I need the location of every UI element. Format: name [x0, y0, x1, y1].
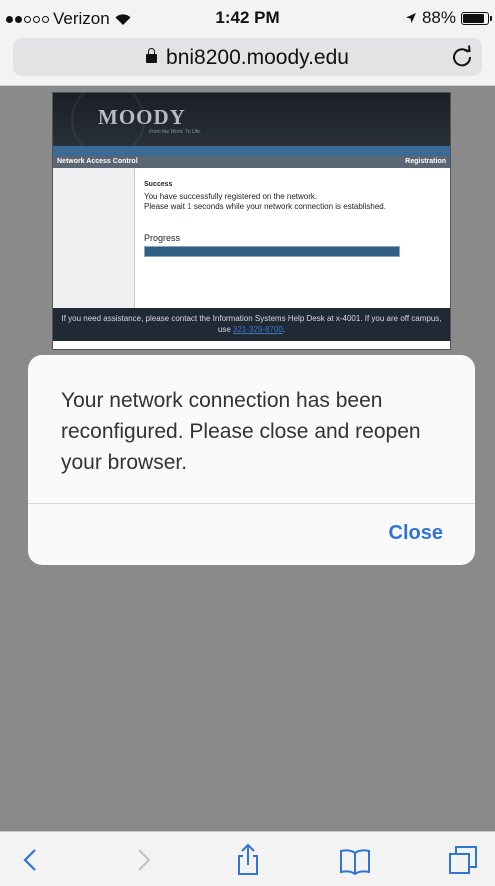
footer-phone-link[interactable]: 321-329-8700 — [233, 325, 283, 334]
moody-header: MOODY From the Word. To Life. — [53, 93, 450, 146]
wait-suffix: seconds while your network connection is… — [193, 202, 386, 211]
logo-tagline: From the Word. To Life. — [149, 129, 202, 135]
close-button[interactable]: Close — [389, 522, 443, 545]
wait-prefix: Please wait — [144, 202, 185, 211]
tabs-icon[interactable] — [446, 843, 480, 877]
progress-bar — [144, 246, 400, 257]
lock-icon — [146, 48, 158, 63]
url-text: bni8200.moody.edu — [166, 46, 349, 69]
page-footer: If you need assistance, please contact t… — [53, 308, 450, 341]
battery-group: 88% — [405, 8, 492, 28]
url-display[interactable]: bni8200.moody.edu — [13, 46, 482, 70]
share-icon[interactable] — [231, 843, 265, 877]
address-bar[interactable]: bni8200.moody.edu — [13, 38, 482, 76]
success-message: You have successfully registered on the … — [144, 192, 318, 201]
alert-divider — [28, 503, 475, 504]
success-title: Success — [144, 181, 173, 188]
alert-message: Your network connection has been reconfi… — [61, 389, 421, 474]
header-stripe — [53, 146, 450, 156]
nav-title: Network Access Control — [57, 158, 138, 165]
left-sidebar — [53, 168, 135, 308]
alert-dialog: Your network connection has been reconfi… — [28, 355, 475, 565]
nav-registration: Registration — [405, 158, 446, 165]
bookmarks-icon[interactable] — [338, 843, 372, 877]
footer-period: . — [282, 325, 286, 334]
moody-logo: MOODY — [98, 105, 186, 129]
main-content: Success You have successfully registered… — [135, 168, 450, 308]
battery-icon — [461, 11, 492, 25]
progress-label: Progress — [144, 233, 181, 243]
battery-level — [463, 13, 484, 23]
status-bar: Verizon 1:42 PM 88% — [0, 0, 495, 34]
address-bar-area: bni8200.moody.edu — [0, 34, 495, 86]
web-page: MOODY From the Word. To Life. Network Ac… — [52, 92, 451, 350]
battery-percent: 88% — [421, 8, 456, 27]
location-arrow-icon — [405, 13, 416, 23]
page-nav-bar: Network Access Control Registration — [53, 156, 450, 168]
wait-message: Please wait 1 seconds while your network… — [144, 202, 441, 212]
back-icon[interactable] — [14, 843, 48, 877]
countdown-number: 1 — [187, 202, 192, 211]
content-area: Success You have successfully registered… — [53, 168, 450, 308]
progress-fill — [145, 247, 399, 256]
bottom-toolbar — [0, 831, 495, 886]
forward-icon[interactable] — [126, 843, 160, 877]
reload-icon[interactable] — [450, 44, 474, 68]
